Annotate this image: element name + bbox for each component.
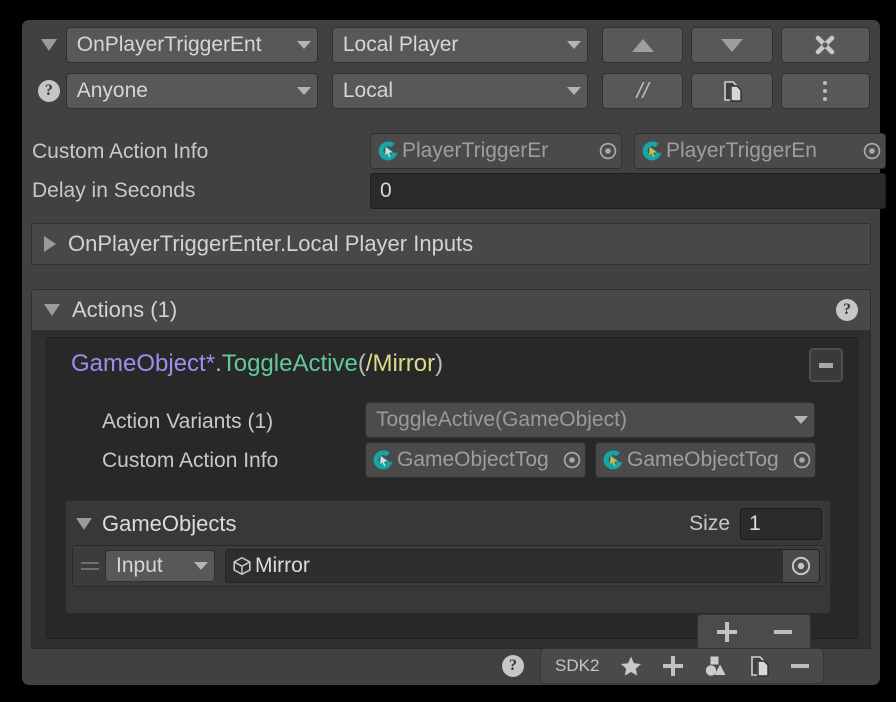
action-custom-info-label: Custom Action Info — [102, 449, 279, 472]
gameobject-source-label: Input — [116, 554, 163, 577]
access-scope-label: Anyone — [76, 79, 148, 102]
action-custom-info-field-2[interactable]: GameObjectTog — [595, 442, 816, 478]
action-variants-value: ToggleActive(GameObject) — [376, 408, 627, 431]
plus-icon[interactable] — [716, 622, 737, 642]
bottom-toolbar: ? SDK2 — [502, 648, 870, 684]
udon-cursor-icon — [378, 141, 398, 161]
help-circle-icon[interactable]: ? — [37, 80, 60, 102]
minus-box-icon — [819, 362, 833, 368]
gameobjects-list-header[interactable]: GameObjects Size 1 — [76, 507, 822, 541]
event-name-dropdown[interactable]: OnPlayerTriggerEnt — [65, 27, 318, 63]
plus-icon[interactable] — [663, 656, 684, 676]
triangle-down-icon — [76, 518, 92, 530]
event-foldout-arrow[interactable] — [32, 39, 66, 51]
chevron-down-icon — [296, 41, 311, 49]
comment-button[interactable]: // — [601, 73, 684, 109]
move-down-button[interactable] — [691, 27, 773, 63]
action-custom-info-value-2: GameObjectTog — [627, 448, 779, 471]
action-signature-method: ToggleActive — [221, 350, 358, 377]
triangle-down-icon — [40, 39, 57, 51]
gameobject-value-label: Mirror — [255, 554, 310, 577]
gameobjects-size-input[interactable]: 1 — [740, 508, 822, 540]
star-icon[interactable] — [619, 654, 643, 678]
gameobject-value-field[interactable]: Mirror — [225, 549, 820, 583]
minus-icon[interactable] — [773, 630, 792, 634]
actions-header[interactable]: Actions (1) ? — [31, 289, 871, 331]
chevron-down-icon — [194, 562, 208, 570]
triangle-down-icon — [720, 38, 743, 52]
object-picker-icon[interactable] — [595, 134, 621, 168]
prefab-cube-icon — [233, 556, 251, 576]
chevron-down-icon — [296, 87, 311, 95]
action-collapse-button[interactable] — [809, 348, 843, 382]
triangle-up-icon — [631, 38, 654, 52]
event-name-label: OnPlayerTriggerEnt — [76, 33, 262, 56]
delay-label: Delay in Seconds — [32, 179, 196, 202]
event-inputs-foldout[interactable]: OnPlayerTriggerEnter.Local Player Inputs — [31, 223, 871, 265]
event-target-dropdown[interactable]: Local Player — [331, 27, 588, 63]
gameobject-source-dropdown[interactable]: Input — [105, 550, 215, 582]
triangle-down-icon — [44, 304, 60, 316]
actions-body: GameObject*.ToggleActive(/Mirror) Action… — [31, 331, 871, 650]
action-signature-dot: . — [215, 350, 222, 377]
table-row: Input Mirror — [72, 545, 826, 587]
object-picker-icon[interactable] — [559, 443, 585, 477]
move-up-button[interactable] — [601, 27, 684, 63]
more-options-button[interactable] — [780, 73, 870, 109]
action-custom-info-value-1: GameObjectTog — [397, 448, 549, 471]
copy-icon[interactable] — [747, 654, 771, 678]
gameobjects-list: GameObjects Size 1 Input Mirror — [65, 500, 831, 614]
custom-action-info-field-1[interactable]: PlayerTriggerEr — [370, 133, 622, 169]
action-signature-open-paren: ( — [357, 350, 366, 377]
delete-event-button[interactable] — [780, 27, 870, 63]
object-picker-icon[interactable] — [782, 550, 819, 582]
help-circle-icon[interactable]: ? — [502, 655, 524, 677]
shapes-icon[interactable] — [703, 654, 727, 678]
drag-handle-icon[interactable] — [78, 562, 105, 570]
kebab-menu-icon — [823, 81, 828, 101]
chevron-down-icon — [566, 41, 581, 49]
event-target-label: Local Player — [342, 33, 459, 56]
duplicate-event-button[interactable] — [691, 73, 773, 109]
sdk-toolbar-group: SDK2 — [540, 648, 825, 684]
action-signature: GameObject*.ToggleActive(/Mirror) — [71, 350, 443, 378]
delay-input[interactable]: 0 — [370, 173, 886, 209]
gameobjects-label: GameObjects — [102, 511, 237, 536]
event-header-row: OnPlayerTriggerEnt Local Player — [32, 26, 870, 64]
network-mode-dropdown[interactable]: Local — [331, 73, 588, 109]
event-inputs-label: OnPlayerTriggerEnter.Local Player Inputs — [68, 231, 474, 256]
triangle-right-icon — [44, 236, 56, 252]
help-circle-icon[interactable]: ? — [836, 299, 858, 321]
custom-action-info-field-2[interactable]: PlayerTriggerEn — [634, 133, 886, 169]
action-signature-close-paren: ) — [435, 350, 444, 377]
action-signature-arg: /Mirror — [365, 350, 436, 377]
sdk-label: SDK2 — [555, 656, 600, 675]
access-scope-dropdown[interactable]: Anyone — [65, 73, 318, 109]
list-add-remove-buttons — [697, 614, 811, 650]
custom-action-info-value-2: PlayerTriggerEn — [666, 139, 817, 162]
custom-action-info-value-1: PlayerTriggerEr — [402, 139, 549, 162]
object-picker-icon[interactable] — [789, 443, 815, 477]
udon-cursor-icon — [603, 450, 623, 470]
comment-label: // — [636, 78, 649, 103]
object-picker-icon[interactable] — [859, 134, 885, 168]
network-mode-label: Local — [342, 79, 394, 102]
event-access-row: ? Anyone Local // — [32, 72, 870, 110]
chevron-down-icon — [566, 87, 581, 95]
action-variants-dropdown[interactable]: ToggleActive(GameObject) — [365, 402, 815, 438]
event-inspector-panel: OnPlayerTriggerEnt Local Player ? Anyone… — [22, 20, 886, 685]
custom-action-info-label: Custom Action Info — [32, 140, 209, 163]
action-custom-info-field-1[interactable]: GameObjectTog — [365, 442, 586, 478]
copy-icon — [724, 81, 742, 102]
udon-cursor-icon — [373, 450, 393, 470]
action-variants-label: Action Variants (1) — [102, 410, 274, 433]
actions-header-label: Actions (1) — [72, 297, 178, 322]
close-x-icon — [816, 35, 835, 55]
action-item: GameObject*.ToggleActive(/Mirror) Action… — [46, 337, 858, 650]
udon-cursor-icon — [642, 141, 662, 161]
gameobjects-size-label: Size — [689, 512, 730, 535]
minus-icon[interactable] — [791, 664, 810, 668]
action-signature-type: GameObject* — [71, 350, 216, 377]
chevron-down-icon — [794, 416, 808, 424]
